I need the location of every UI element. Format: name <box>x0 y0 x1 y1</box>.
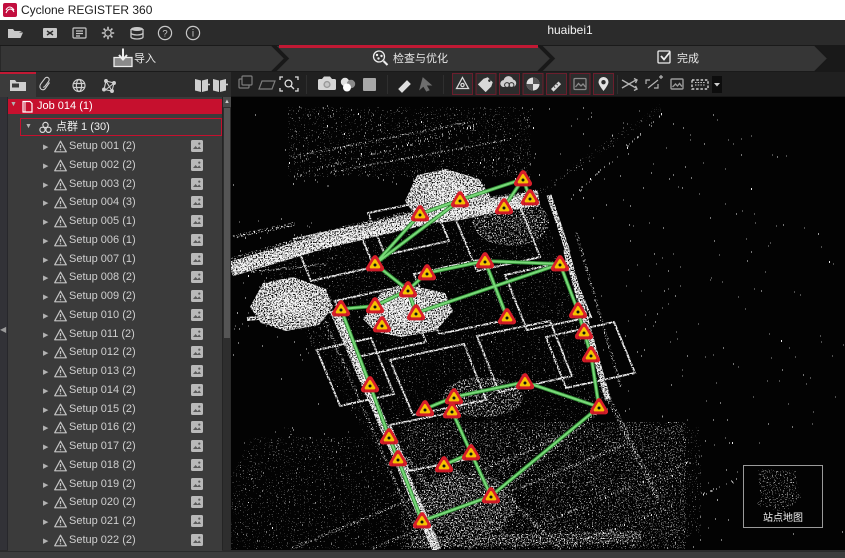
svg-text:?: ? <box>162 28 167 39</box>
svg-text:完成: 完成 <box>677 51 699 65</box>
svg-text:i: i <box>192 29 194 40</box>
svg-text:站点地图: 站点地图 <box>763 511 803 524</box>
svg-text:导入: 导入 <box>134 52 156 65</box>
svg-text:检查与优化: 检查与优化 <box>393 51 448 65</box>
